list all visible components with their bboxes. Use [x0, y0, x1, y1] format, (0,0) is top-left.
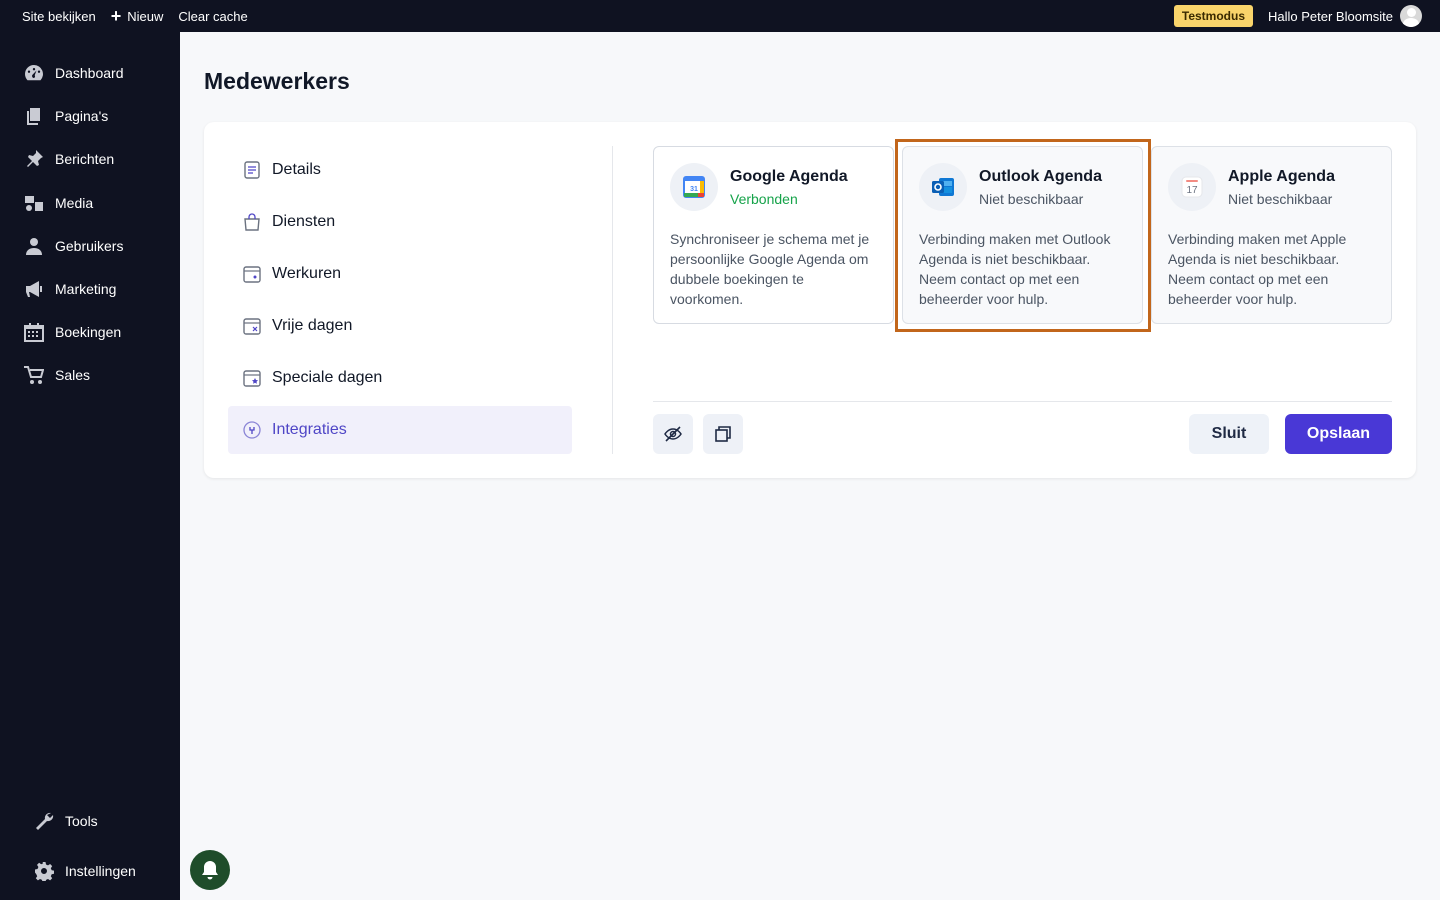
integration-description: Synchroniseer je schema met je persoonli…: [670, 231, 870, 307]
notification-button[interactable]: [190, 850, 230, 890]
svg-text:17: 17: [1186, 185, 1198, 196]
tab-label: Diensten: [272, 213, 336, 230]
integration-status: Niet beschikbaar: [979, 191, 1084, 207]
tab-working-hours[interactable]: Werkuren: [228, 250, 572, 298]
integration-name: Apple Agenda: [1228, 168, 1335, 185]
user-greeting[interactable]: Hallo Peter Bloomsite: [1268, 9, 1393, 24]
tab-integrations[interactable]: Integraties: [228, 406, 572, 454]
footer-divider: [653, 401, 1392, 402]
tab-label: Vrije dagen: [272, 317, 353, 334]
sidebar: Dashboard Pagina's Berichten Media Gebru…: [0, 32, 180, 900]
sidebar-item-pages[interactable]: Pagina's: [24, 104, 108, 128]
google-calendar-card[interactable]: 31 Google Agenda Verbonden Synchroniseer…: [653, 146, 894, 324]
integration-status: Verbonden: [730, 191, 798, 207]
megaphone-icon: [26, 281, 42, 297]
clear-cache-link[interactable]: Clear cache: [178, 9, 247, 24]
bell-icon: [202, 861, 218, 880]
plus-icon: +: [110, 6, 122, 26]
sidebar-item-label: Sales: [55, 367, 91, 383]
calendar-icon: [24, 323, 44, 342]
pin-icon: [27, 150, 43, 167]
integration-icon: [243, 421, 261, 439]
tab-details[interactable]: Details: [228, 146, 572, 194]
sidebar-item-users[interactable]: Gebruikers: [24, 234, 123, 258]
tab-label: Speciale dagen: [272, 369, 383, 386]
sidebar-item-label: Instellingen: [65, 863, 136, 879]
integration-description: Verbinding maken met Apple Agenda is nie…: [1168, 231, 1347, 307]
gear-icon: [35, 862, 54, 881]
outlook-icon: [919, 163, 967, 211]
sidebar-item-label: Boekingen: [55, 324, 122, 340]
calendar-star-icon: [243, 370, 261, 387]
sidebar-item-label: Dashboard: [55, 65, 124, 81]
sidebar-item-label: Berichten: [55, 151, 115, 167]
sidebar-item-posts[interactable]: Berichten: [24, 147, 114, 171]
sidebar-item-label: Pagina's: [55, 108, 109, 124]
close-button[interactable]: Sluit: [1189, 414, 1269, 454]
integration-status: Niet beschikbaar: [1228, 191, 1333, 207]
tab-days-off[interactable]: Vrije dagen: [228, 302, 572, 350]
media-icon: [25, 196, 43, 211]
admin-top-bar: Site bekijken + Nieuw Clear cache Testmo…: [0, 0, 1440, 32]
integration-description: Verbinding maken met Outlook Agenda is n…: [919, 231, 1111, 307]
sidebar-item-label: Gebruikers: [55, 238, 124, 254]
new-menu[interactable]: + Nieuw: [111, 7, 164, 25]
pages-icon: [27, 108, 40, 125]
tab-label: Integraties: [272, 421, 347, 438]
view-site-link[interactable]: Site bekijken: [22, 9, 96, 24]
wrench-icon: [36, 812, 54, 830]
save-button[interactable]: Opslaan: [1285, 414, 1392, 454]
tab-services[interactable]: Diensten: [228, 198, 572, 246]
sidebar-item-bookings[interactable]: Boekingen: [24, 320, 121, 344]
sidebar-item-label: Media: [55, 195, 94, 211]
dashboard-icon: [25, 65, 43, 81]
apple-calendar-card[interactable]: 17 Apple Agenda Niet beschikbaar Verbind…: [1151, 146, 1392, 324]
calendar-clock-icon: [243, 266, 261, 283]
integration-name: Outlook Agenda: [979, 168, 1102, 185]
duplicate-button[interactable]: [703, 414, 743, 454]
eye-off-icon: [664, 426, 682, 442]
sidebar-item-sales[interactable]: Sales: [24, 363, 90, 387]
cart-icon: [24, 366, 44, 384]
tab-special-days[interactable]: Speciale dagen: [228, 354, 572, 402]
apple-calendar-icon: 17: [1168, 163, 1216, 211]
new-label: Nieuw: [127, 8, 164, 24]
toggle-visibility-button[interactable]: [653, 414, 693, 454]
outlook-calendar-card[interactable]: Outlook Agenda Niet beschikbaar Verbindi…: [902, 146, 1143, 324]
avatar[interactable]: [1400, 5, 1422, 27]
sidebar-item-marketing[interactable]: Marketing: [24, 277, 116, 301]
sidebar-item-media[interactable]: Media: [24, 191, 93, 215]
employee-panel: Details Diensten Werkuren Vrije dagen Sp…: [204, 122, 1416, 478]
shopping-bag-icon: [244, 213, 260, 231]
tab-label: Werkuren: [272, 265, 342, 282]
google-calendar-icon: 31: [670, 163, 718, 211]
sidebar-item-tools[interactable]: Tools: [34, 809, 98, 833]
test-mode-badge[interactable]: Testmodus: [1173, 5, 1253, 27]
sidebar-item-dashboard[interactable]: Dashboard: [24, 61, 124, 85]
user-icon: [26, 238, 42, 255]
document-icon: [244, 161, 260, 179]
page-title: Medewerkers: [204, 68, 350, 94]
sidebar-item-label: Tools: [65, 813, 98, 829]
copy-icon: [715, 426, 731, 442]
sidebar-item-settings[interactable]: Instellingen: [34, 859, 136, 883]
integration-name: Google Agenda: [730, 168, 848, 185]
svg-text:31: 31: [690, 186, 698, 193]
panel-divider: [612, 146, 613, 454]
calendar-x-icon: [243, 318, 261, 335]
tab-label: Details: [272, 161, 321, 178]
sidebar-item-label: Marketing: [55, 281, 117, 297]
